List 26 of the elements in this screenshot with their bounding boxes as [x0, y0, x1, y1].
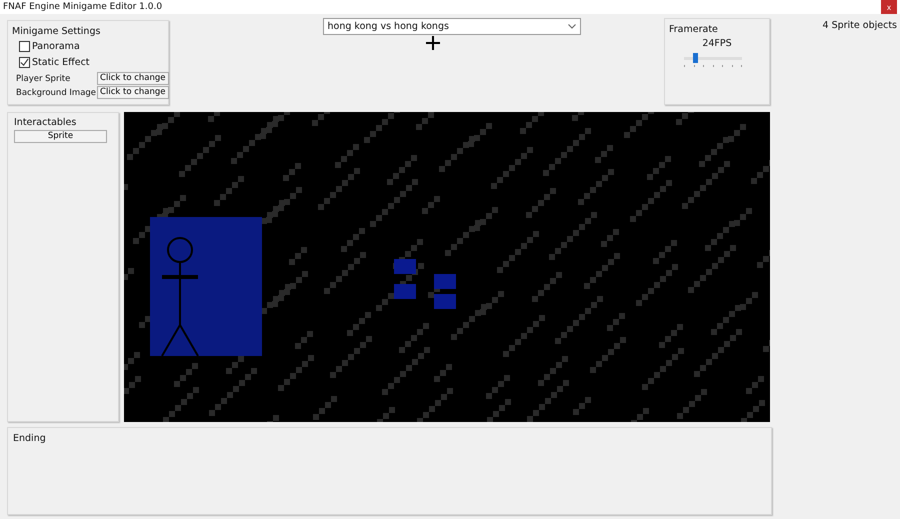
- checkbox-option[interactable]: Panorama: [12, 39, 164, 54]
- close-button[interactable]: x: [881, 0, 897, 14]
- sprite-square[interactable]: [434, 274, 456, 289]
- framerate-reading: 24FPS: [702, 38, 732, 49]
- panel-title: Framerate: [669, 24, 719, 35]
- sprite-count: 4 Sprite objects: [822, 20, 897, 33]
- field-label: Player Sprite: [16, 74, 72, 84]
- panel-title: Minigame Settings: [12, 26, 102, 37]
- sprite-square[interactable]: [394, 284, 416, 299]
- panel-title: Ending: [13, 433, 47, 444]
- interactable-item[interactable]: Sprite: [14, 130, 107, 143]
- stick-figure-sprite[interactable]: [150, 217, 262, 356]
- sprite-square[interactable]: [394, 259, 416, 274]
- chevron-icon: [568, 24, 576, 29]
- change-button[interactable]: Click to change: [97, 86, 169, 99]
- framerate-slider[interactable]: [684, 53, 742, 67]
- crosshair-cursor-icon: [426, 36, 440, 50]
- change-button[interactable]: Click to change: [97, 72, 169, 85]
- checkbox-option[interactable]: Static Effect: [12, 56, 164, 70]
- panel-title: Interactables: [14, 117, 78, 128]
- checkbox[interactable]: [19, 57, 30, 68]
- window-title: FNAF Engine Minigame Editor 1.0.0: [3, 2, 162, 12]
- minigame-dropdown[interactable]: hong kong vs hong kongs: [322, 18, 580, 35]
- checkbox[interactable]: [19, 40, 30, 52]
- sprite-square[interactable]: [434, 294, 456, 309]
- field-label: Background Image: [16, 88, 96, 98]
